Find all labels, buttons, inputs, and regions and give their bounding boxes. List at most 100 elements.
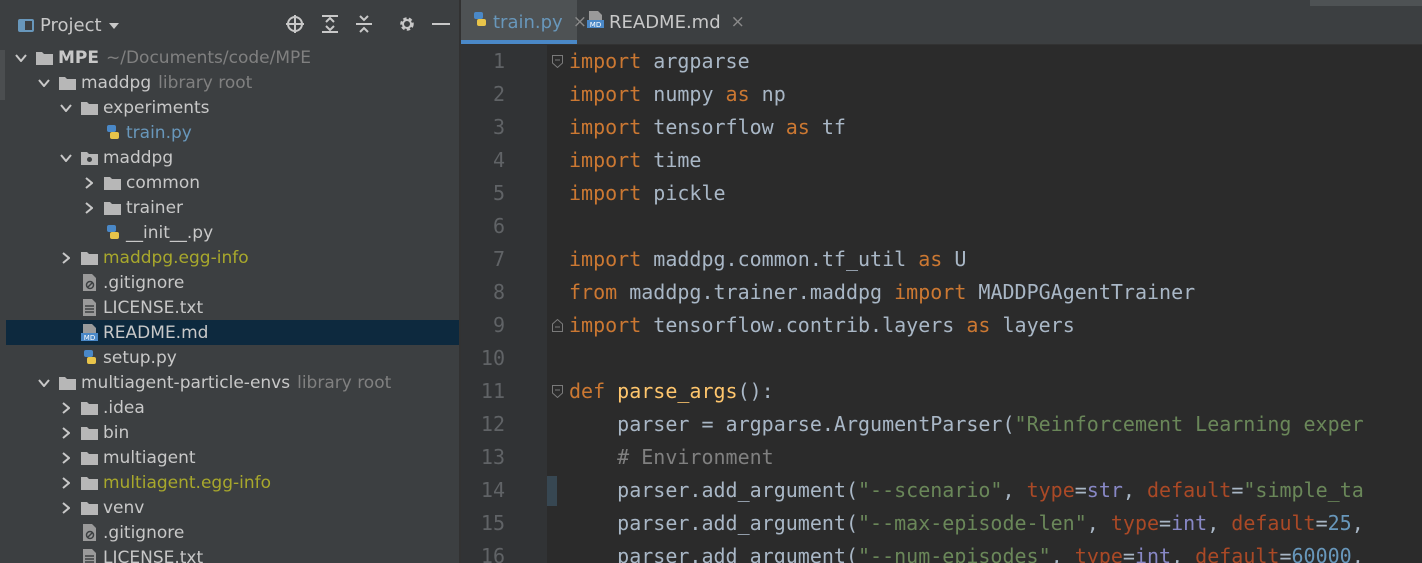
tree-item-trainer[interactable]: trainer — [6, 195, 459, 220]
folder-icon — [81, 99, 98, 116]
tree-item-gitignore[interactable]: .gitignore — [6, 270, 459, 295]
tree-item-license[interactable]: LICENSE.txt — [6, 295, 459, 320]
fold-end-icon[interactable] — [552, 319, 563, 332]
settings-button[interactable] — [396, 13, 418, 35]
tree-item-readme[interactable]: MD README.md — [6, 320, 459, 345]
project-panel-header: Project — [6, 0, 459, 44]
line-number-gutter: 1 2 3 4 5 6 7 8 9 10 11 12 13 14 15 16 — [461, 45, 547, 563]
tree-item-train-py[interactable]: train.py — [6, 120, 459, 145]
tree-item-common[interactable]: common — [6, 170, 459, 195]
python-file-icon — [81, 349, 98, 366]
line-number: 12 — [480, 412, 505, 436]
tree-item-label: maddpg.egg-info — [103, 247, 249, 268]
tree-item-experiments[interactable]: experiments — [6, 95, 459, 120]
code-line: from maddpg.trainer.maddpg import MADDPG… — [569, 280, 1196, 304]
line-number: 6 — [492, 214, 505, 238]
hide-panel-button[interactable] — [430, 13, 452, 35]
tree-item-label: setup.py — [103, 347, 177, 368]
text-file-icon — [81, 299, 98, 316]
chevron-right-icon[interactable] — [59, 476, 73, 490]
markdown-file-icon: MD — [81, 324, 98, 341]
tree-item-label: train.py — [126, 122, 192, 143]
code-editor: train.py × MD README.md × 1 2 3 4 5 6 7 … — [461, 0, 1422, 563]
tree-item-label: maddpg — [103, 147, 174, 168]
line-number: 8 — [492, 280, 505, 304]
locate-file-button[interactable] — [284, 13, 306, 35]
close-icon[interactable]: × — [731, 12, 745, 32]
tree-item-init-py[interactable]: __init__.py — [6, 220, 459, 245]
code-line: import maddpg.common.tf_util as U — [569, 247, 967, 271]
python-file-icon — [104, 124, 121, 141]
tree-item-label: multiagent.egg-info — [103, 472, 272, 493]
tree-item-label: common — [126, 172, 201, 193]
folder-icon — [81, 449, 98, 466]
tree-item-maddpg-egg-info[interactable]: maddpg.egg-info — [6, 245, 459, 270]
tree-item-maddpg-root[interactable]: maddpg library root — [6, 70, 459, 95]
tree-item-label: README.md — [103, 322, 209, 343]
code-line: import tensorflow as tf — [569, 115, 846, 139]
chevron-right-icon[interactable] — [59, 501, 73, 515]
code-line: import time — [569, 148, 702, 172]
line-number: 16 — [480, 544, 505, 563]
line-number: 10 — [480, 346, 505, 370]
line-number: 2 — [492, 82, 505, 106]
folder-icon — [104, 199, 121, 216]
code-line: parser.add_argument("--scenario", type=s… — [569, 478, 1364, 502]
tree-item-multiagent-particle-envs[interactable]: multiagent-particle-envs library root — [6, 370, 459, 395]
code-line: parser = argparse.ArgumentParser("Reinfo… — [569, 412, 1364, 436]
chevron-right-icon[interactable] — [59, 401, 73, 415]
tool-strip-marker — [0, 50, 5, 100]
line-number: 3 — [492, 115, 505, 139]
fold-start-icon[interactable] — [552, 55, 563, 68]
chevron-right-icon[interactable] — [59, 426, 73, 440]
chevron-down-icon[interactable] — [14, 51, 28, 65]
project-view-selector[interactable]: Project — [18, 15, 120, 36]
svg-text:MD: MD — [84, 334, 95, 341]
close-icon[interactable]: × — [573, 12, 587, 32]
code-line: # Environment — [569, 445, 774, 469]
change-marker[interactable] — [547, 476, 557, 506]
chevron-down-icon[interactable] — [59, 101, 73, 115]
collapse-all-button[interactable] — [353, 13, 375, 35]
tree-item-multiagent-egg-info[interactable]: multiagent.egg-info — [6, 470, 459, 495]
tree-item-multiagent[interactable]: multiagent — [6, 445, 459, 470]
chevron-right-icon[interactable] — [82, 201, 96, 215]
chevron-down-icon[interactable] — [59, 151, 73, 165]
tree-item-maddpg-package[interactable]: maddpg — [6, 145, 459, 170]
tree-item-label: maddpg — [81, 72, 152, 93]
tree-item-label: LICENSE.txt — [103, 297, 204, 318]
tree-item-gitignore-2[interactable]: .gitignore — [6, 520, 459, 545]
chevron-right-icon[interactable] — [59, 451, 73, 465]
chevron-right-icon[interactable] — [82, 176, 96, 190]
line-number: 7 — [492, 247, 505, 271]
tree-item-setup-py[interactable]: setup.py — [6, 345, 459, 370]
folder-icon — [81, 249, 98, 266]
chevron-down-icon[interactable] — [37, 76, 51, 90]
fold-start-icon[interactable] — [552, 385, 563, 398]
tree-item-bin[interactable]: bin — [6, 420, 459, 445]
code-line: parser.add_argument("--max-episode-len",… — [569, 511, 1364, 535]
tree-item-license-2[interactable]: LICENSE.txt — [6, 545, 459, 563]
expand-all-button[interactable] — [319, 13, 341, 35]
tree-item-label: venv — [103, 497, 145, 518]
package-folder-icon — [81, 149, 98, 166]
chevron-down-icon[interactable] — [37, 376, 51, 390]
folder-icon — [81, 424, 98, 441]
code-line: def parse_args(): — [569, 379, 774, 403]
chevron-right-icon[interactable] — [59, 251, 73, 265]
line-number: 4 — [492, 148, 505, 172]
tree-item-venv[interactable]: venv — [6, 495, 459, 520]
svg-text:MD: MD — [590, 21, 601, 28]
markdown-file-icon: MD — [587, 11, 604, 33]
tab-readme-md[interactable]: MD README.md × — [587, 0, 745, 44]
expand-all-icon — [322, 15, 338, 33]
ignore-file-icon — [81, 274, 98, 291]
tree-item-label: .gitignore — [103, 272, 185, 293]
line-number: 5 — [492, 181, 505, 205]
tree-item-idea[interactable]: .idea — [6, 395, 459, 420]
python-file-icon — [104, 224, 121, 241]
gear-icon — [400, 17, 414, 31]
tab-train-py[interactable]: train.py × — [461, 0, 587, 44]
minimize-icon — [432, 23, 450, 25]
tree-item-mpe[interactable]: MPE ~/Documents/code/MPE — [6, 45, 459, 70]
